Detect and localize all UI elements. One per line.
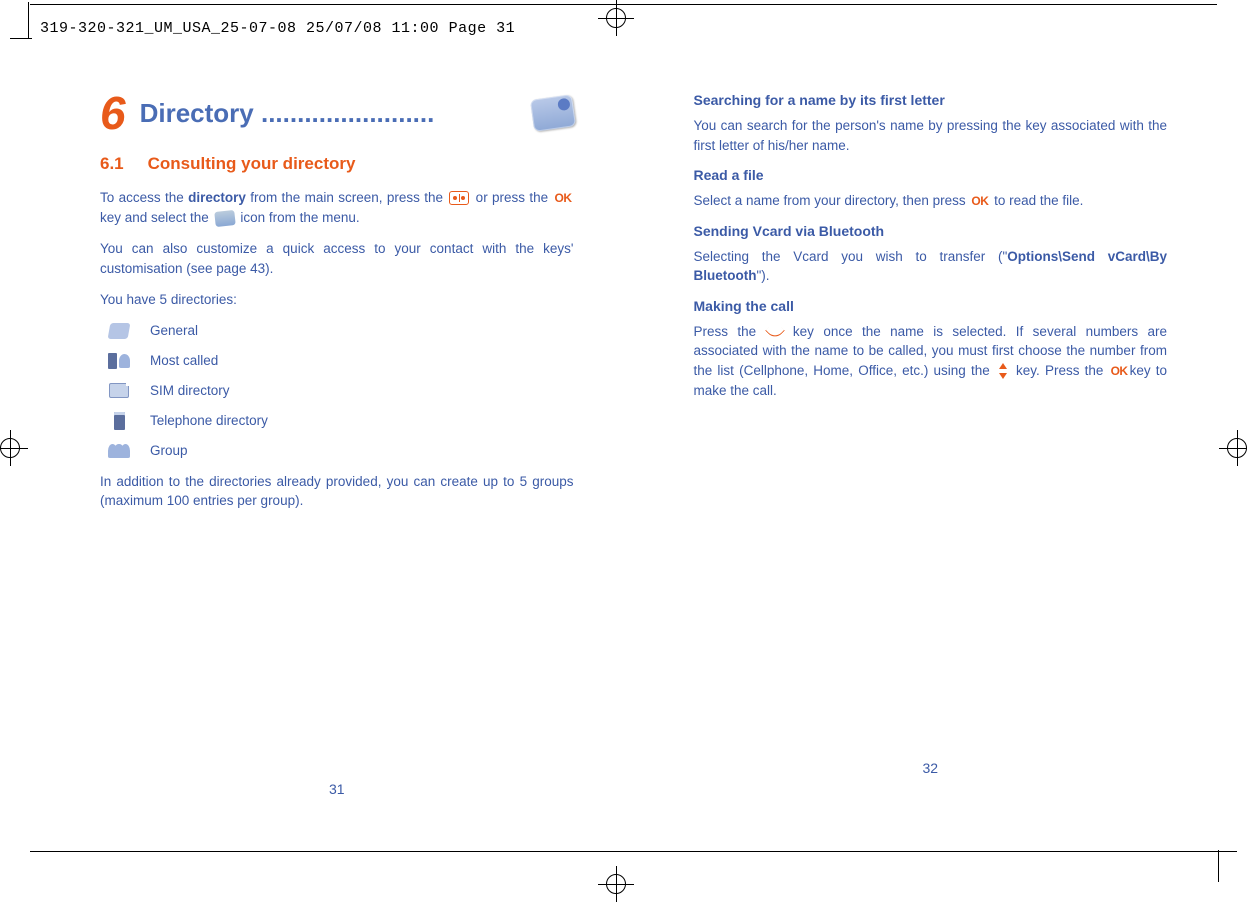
section-number: 6.1	[100, 154, 124, 174]
registration-mark-right	[1219, 430, 1247, 466]
list-label: SIM directory	[150, 383, 230, 398]
paragraph: You can search for the person's name by …	[694, 116, 1168, 155]
list-item: General	[108, 322, 574, 340]
crop-corner	[28, 2, 29, 38]
ok-key-icon: OK	[555, 190, 572, 207]
text: Select a name from your directory, then …	[694, 193, 970, 208]
page-left: 6 Directory ........................ 6.1…	[100, 90, 574, 797]
text: from the main screen, press the	[246, 190, 447, 205]
text: to read the file.	[990, 193, 1083, 208]
text: Press the	[694, 324, 766, 339]
paragraph: To access the directory from the main sc…	[100, 188, 574, 227]
registration-mark-top	[598, 0, 634, 36]
main-screen-icon	[449, 191, 469, 205]
crop-corner	[10, 38, 32, 39]
chapter-title: Directory ........................	[140, 98, 518, 129]
list-item: SIM directory	[108, 382, 574, 400]
directory-book-icon	[529, 94, 575, 132]
group-icon	[108, 442, 130, 460]
list-item: Group	[108, 442, 574, 460]
text: ").	[757, 268, 770, 283]
text-bold: directory	[188, 190, 246, 205]
ok-key-icon: OK	[971, 193, 988, 210]
chapter-heading: 6 Directory ........................	[100, 90, 574, 136]
most-called-icon	[108, 352, 130, 370]
crop-corner	[1218, 850, 1219, 882]
text: or press the	[471, 190, 552, 205]
paragraph: Press the key once the name is selected.…	[694, 322, 1168, 400]
sim-directory-icon	[108, 382, 130, 400]
paragraph: Select a name from your directory, then …	[694, 191, 1168, 211]
subheading: Searching for a name by its first letter	[694, 92, 1168, 108]
telephone-directory-icon	[108, 412, 130, 430]
paragraph: Selecting the Vcard you wish to transfer…	[694, 247, 1168, 286]
registration-mark-left	[0, 430, 28, 466]
ok-key-icon: OK	[1111, 363, 1128, 380]
page-right: Searching for a name by its first letter…	[694, 90, 1168, 797]
text: Selecting the Vcard you wish to transfer…	[694, 249, 1008, 264]
text: key. Press the	[1011, 363, 1109, 378]
list-label: Telephone directory	[150, 413, 268, 428]
subheading: Sending Vcard via Bluetooth	[694, 223, 1168, 239]
crop-mark-bottom	[30, 851, 1217, 852]
general-icon	[108, 322, 130, 340]
paragraph: You have 5 directories:	[100, 290, 574, 310]
section-heading: 6.1 Consulting your directory	[100, 154, 574, 174]
subheading: Making the call	[694, 298, 1168, 314]
page-number: 32	[694, 760, 1168, 776]
section-title: Consulting your directory	[148, 154, 356, 174]
text: To access the	[100, 190, 188, 205]
text: icon from the menu.	[237, 210, 360, 225]
up-down-key-icon	[997, 363, 1009, 379]
list-label: Group	[150, 443, 188, 458]
list-label: Most called	[150, 353, 218, 368]
paragraph: You can also customize a quick access to…	[100, 239, 574, 278]
subheading: Read a file	[694, 167, 1168, 183]
crop-corner	[1215, 851, 1237, 852]
page-number: 31	[100, 781, 574, 797]
directory-list: General Most called SIM directory Teleph…	[108, 322, 574, 460]
paragraph: In addition to the directories already p…	[100, 472, 574, 511]
directory-menu-icon	[214, 209, 235, 226]
registration-mark-bottom	[598, 866, 634, 902]
list-item: Telephone directory	[108, 412, 574, 430]
text: key and select the	[100, 210, 213, 225]
list-item: Most called	[108, 352, 574, 370]
list-label: General	[150, 323, 198, 338]
print-header: 319-320-321_UM_USA_25-07-08 25/07/08 11:…	[40, 20, 515, 37]
call-key-icon	[765, 321, 785, 341]
chapter-number: 6	[100, 90, 126, 136]
